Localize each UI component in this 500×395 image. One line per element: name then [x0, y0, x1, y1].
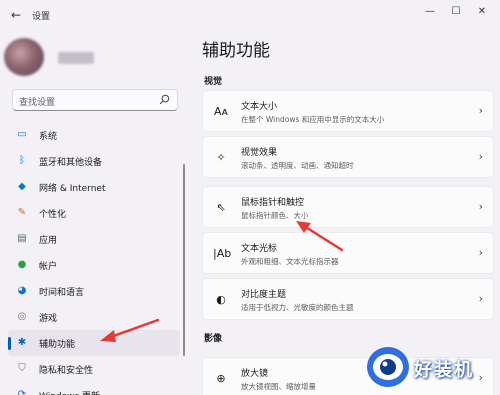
card-subtitle: 鼠标指针颜色、大小 [241, 211, 309, 220]
sidebar-item-label: 蓝牙和其他设备 [39, 158, 103, 168]
page-title: 辅助功能 [202, 41, 270, 61]
sidebar-item-clock-globe[interactable]: ◕ 时间和语言 [8, 278, 180, 304]
text-size-icon: Aᴀ [213, 105, 229, 118]
accessibility-icon: ✱ [17, 337, 27, 348]
chevron-right-icon: › [478, 104, 483, 117]
sidebar-item-label: 辅助功能 [39, 340, 76, 350]
card-title: 对比度主题 [241, 290, 287, 300]
avatar[interactable] [4, 38, 44, 76]
sidebar-item-label: 网络 & Internet [39, 184, 106, 194]
card-subtitle: 放大镜视图、缩放增量 [241, 382, 316, 391]
brush-icon: ✎ [17, 207, 27, 218]
card-title: 鼠标指针和触控 [241, 198, 305, 208]
sidebar: 查找设置 ▭ 系统 ᛒ 蓝牙和其他设备 ◆ 网络 & Internet ✎ 个性化 ▤ 应用 ● 帐户… [0, 30, 190, 395]
setting-card-text-cursor[interactable]: |Ab 文本光标外观和粗细、文本光标指示器 › [202, 232, 494, 274]
chevron-right-icon: › [478, 200, 483, 213]
card-title: 文本大小 [241, 102, 278, 112]
app-title: 设置 [32, 12, 51, 22]
chevron-right-icon: › [478, 150, 483, 163]
sidebar-item-shield[interactable]: ⛉ 隐私和安全性 [8, 356, 180, 382]
selected-indicator [8, 337, 11, 350]
clock-globe-icon: ◕ [17, 285, 27, 296]
back-arrow-icon[interactable]: ← [8, 7, 24, 23]
update-icon: ⟳ [17, 389, 27, 395]
close-button[interactable]: ✕ [472, 3, 492, 21]
watermark-eye-icon [367, 347, 409, 387]
sidebar-item-label: 时间和语言 [39, 288, 85, 298]
sidebar-item-apps[interactable]: ▤ 应用 [8, 226, 180, 252]
text-cursor-icon: |Ab [213, 247, 232, 260]
profile-name-blurred [58, 52, 94, 64]
card-subtitle: 外观和粗细、文本光标指示器 [241, 257, 339, 266]
sidebar-item-label: 应用 [39, 236, 58, 246]
sidebar-item-monitor[interactable]: ▭ 系统 [8, 122, 180, 148]
sidebar-nav: ▭ 系统 ᛒ 蓝牙和其他设备 ◆ 网络 & Internet ✎ 个性化 ▤ 应用 ● 帐户 ◕ 时间和语… [8, 122, 180, 395]
sidebar-item-label: 帐户 [39, 262, 58, 272]
search-icon[interactable] [159, 94, 170, 105]
sidebar-item-brush[interactable]: ✎ 个性化 [8, 200, 180, 226]
sidebar-item-label: 游戏 [39, 314, 58, 324]
search-input[interactable]: 查找设置 [12, 89, 178, 111]
account-icon: ● [17, 259, 27, 270]
sidebar-item-account[interactable]: ● 帐户 [8, 252, 180, 278]
sidebar-item-label: 隐私和安全性 [39, 366, 94, 376]
section-label-vision: 视觉 [204, 77, 223, 87]
search-placeholder: 查找设置 [19, 98, 56, 108]
card-subtitle: 适用于低视力、光敏度的颜色主题 [241, 303, 354, 312]
watermark-logo: 好装机 [364, 342, 500, 395]
sidebar-item-gamepad[interactable]: ◎ 游戏 [8, 304, 180, 330]
wifi-icon: ◆ [18, 181, 26, 192]
sidebar-item-label: 系统 [39, 132, 58, 142]
monitor-icon: ▭ [17, 129, 27, 140]
sparkle-icon: ✧ [216, 151, 226, 164]
sidebar-item-update[interactable]: ⟳ Windows 更新 [8, 382, 180, 395]
shield-icon: ⛉ [18, 363, 26, 374]
magnifier-icon: ⊕ [216, 372, 226, 385]
chevron-right-icon: › [478, 292, 483, 305]
chevron-right-icon: › [478, 246, 483, 259]
setting-card-contrast[interactable]: ◐ 对比度主题适用于低视力、光敏度的颜色主题 › [202, 278, 494, 320]
sidebar-item-label: Windows 更新 [39, 389, 100, 395]
title-bar: ← 设置 — ☐ ✕ [0, 0, 500, 30]
apps-icon: ▤ [17, 233, 27, 244]
card-title: 放大镜 [241, 369, 269, 379]
setting-card-text-size[interactable]: Aᴀ 文本大小在整个 Windows 和应用中显示的文本大小 › [202, 90, 494, 132]
sidebar-item-accessibility[interactable]: ✱ 辅助功能 [8, 330, 180, 356]
watermark-text: 好装机 [414, 360, 474, 381]
setting-card-mouse-pointer[interactable]: ⇖ 鼠标指针和触控 鼠标指针颜色、大小 › [202, 186, 494, 228]
card-title: 文本光标 [241, 244, 278, 254]
bluetooth-icon: ᛒ [19, 155, 25, 166]
card-subtitle: 滚动条、透明度、动画、通知超时 [241, 161, 354, 170]
card-title: 视觉效果 [241, 148, 278, 158]
mouse-pointer-icon: ⇖ [216, 201, 226, 214]
sidebar-item-wifi[interactable]: ◆ 网络 & Internet [8, 174, 180, 200]
maximize-button[interactable]: ☐ [446, 3, 466, 21]
section-label-hearing: 影像 [204, 334, 223, 344]
contrast-icon: ◐ [216, 293, 226, 306]
minimize-button[interactable]: — [420, 3, 440, 21]
sidebar-scrollbar[interactable] [183, 164, 185, 356]
setting-card-sparkle[interactable]: ✧ 视觉效果滚动条、透明度、动画、通知超时 › [202, 136, 494, 178]
card-subtitle: 在整个 Windows 和应用中显示的文本大小 [241, 115, 385, 124]
main-content: 辅助功能 视觉 Aᴀ 文本大小在整个 Windows 和应用中显示的文本大小 › ✧ 视… [190, 30, 500, 395]
sidebar-item-bluetooth[interactable]: ᛒ 蓝牙和其他设备 [8, 148, 180, 174]
gamepad-icon: ◎ [17, 311, 27, 322]
sidebar-item-label: 个性化 [39, 210, 67, 220]
